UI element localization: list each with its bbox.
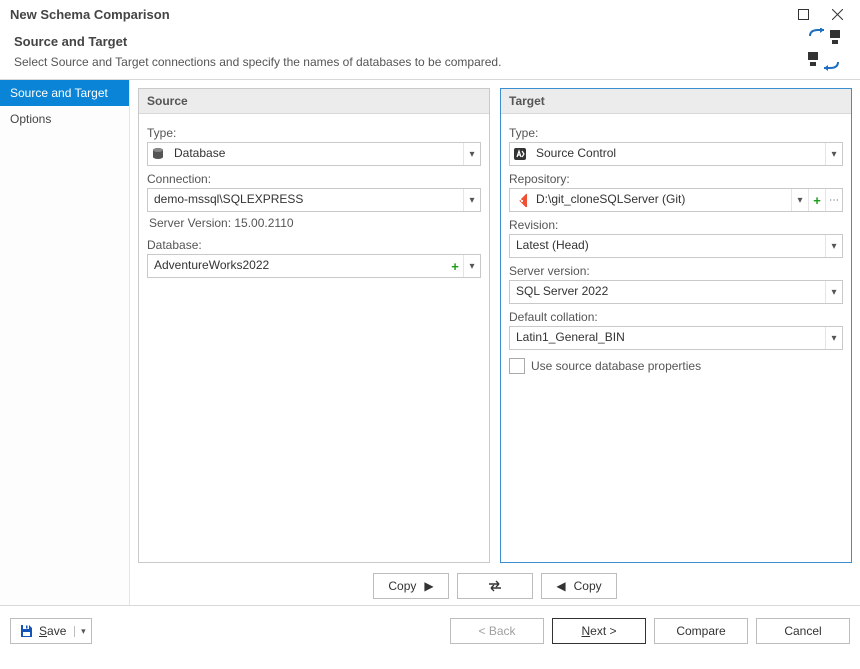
- target-default-collation-value: Latin1_General_BIN: [510, 327, 825, 349]
- plus-icon[interactable]: +: [808, 189, 825, 211]
- target-repository-dropdown[interactable]: D:\git_cloneSQLServer (Git) ▾ + ⋯: [509, 188, 843, 212]
- button-label: Copy: [388, 579, 416, 593]
- swap-button[interactable]: [457, 573, 533, 599]
- cancel-button[interactable]: Cancel: [756, 618, 850, 644]
- chevron-down-icon[interactable]: ▾: [791, 189, 808, 211]
- chevron-down-icon[interactable]: ▾: [825, 143, 842, 165]
- transfer-buttons: Copy ▶ ◀ Copy: [138, 563, 852, 599]
- plus-icon[interactable]: +: [447, 255, 463, 277]
- source-type-value: Database: [168, 143, 463, 165]
- database-icon: [148, 143, 168, 165]
- target-type-value: Source Control: [530, 143, 825, 165]
- button-label: Compare: [676, 624, 725, 638]
- next-button[interactable]: Next >: [552, 618, 646, 644]
- source-panel: Source Type: Database ▾: [138, 88, 490, 563]
- sidebar-item-label: Options: [10, 112, 51, 126]
- target-revision-value: Latest (Head): [510, 235, 825, 257]
- compare-button[interactable]: Compare: [654, 618, 748, 644]
- target-default-collation-label: Default collation:: [509, 310, 843, 324]
- chevron-down-icon[interactable]: ▾: [463, 143, 480, 165]
- target-panel-title: Target: [501, 89, 851, 114]
- button-label: Next >: [581, 624, 616, 638]
- chevron-down-icon[interactable]: ▾: [825, 235, 842, 257]
- use-source-db-properties-checkbox[interactable]: [509, 358, 525, 374]
- page-title: Source and Target: [14, 34, 846, 49]
- source-database-label: Database:: [147, 238, 481, 252]
- chevron-down-icon[interactable]: ▾: [463, 255, 480, 277]
- source-connection-value: demo-mssql\SQLEXPRESS: [148, 189, 463, 211]
- target-repository-value: D:\git_cloneSQLServer (Git): [530, 189, 791, 211]
- copy-to-source-button[interactable]: ◀ Copy: [541, 573, 617, 599]
- source-server-version-text: Server Version: 15.00.2110: [147, 212, 481, 232]
- git-icon: [510, 189, 530, 211]
- page-header: Source and Target Select Source and Targ…: [0, 28, 860, 79]
- source-connection-dropdown[interactable]: demo-mssql\SQLEXPRESS ▾: [147, 188, 481, 212]
- target-default-collation-dropdown[interactable]: Latin1_General_BIN ▾: [509, 326, 843, 350]
- ellipsis-icon[interactable]: ⋯: [825, 189, 842, 211]
- save-split-button[interactable]: Save ▾: [10, 618, 92, 644]
- source-type-dropdown[interactable]: Database ▾: [147, 142, 481, 166]
- use-source-db-properties-label: Use source database properties: [531, 359, 701, 373]
- chevron-down-icon[interactable]: ▾: [825, 281, 842, 303]
- window-maximize-button[interactable]: [786, 3, 820, 25]
- window-title: New Schema Comparison: [10, 7, 170, 22]
- save-button-label: Save: [39, 624, 66, 638]
- button-label: Copy: [574, 579, 602, 593]
- chevron-down-icon[interactable]: ▾: [463, 189, 480, 211]
- target-server-version-value: SQL Server 2022: [510, 281, 825, 303]
- source-connection-label: Connection:: [147, 172, 481, 186]
- source-database-dropdown[interactable]: AdventureWorks2022 + ▾: [147, 254, 481, 278]
- target-server-version-dropdown[interactable]: SQL Server 2022 ▾: [509, 280, 843, 304]
- sidebar-item-options[interactable]: Options: [0, 106, 129, 132]
- sidebar-item-source-and-target[interactable]: Source and Target: [0, 80, 129, 106]
- button-label: Cancel: [784, 624, 821, 638]
- source-panel-title: Source: [139, 89, 489, 114]
- source-database-value: AdventureWorks2022: [148, 255, 447, 277]
- arrow-left-icon: ◀: [556, 579, 565, 593]
- target-server-version-label: Server version:: [509, 264, 843, 278]
- window-close-button[interactable]: [820, 3, 854, 25]
- header-illustration: [802, 28, 846, 72]
- sidebar: Source and Target Options: [0, 80, 130, 605]
- target-revision-dropdown[interactable]: Latest (Head) ▾: [509, 234, 843, 258]
- target-type-dropdown[interactable]: Source Control ▾: [509, 142, 843, 166]
- copy-to-target-button[interactable]: Copy ▶: [373, 573, 449, 599]
- source-control-icon: [510, 143, 530, 165]
- arrow-right-icon: ▶: [424, 579, 433, 593]
- button-label: < Back: [478, 624, 515, 638]
- chevron-down-icon[interactable]: ▾: [74, 626, 91, 637]
- footer: Save ▾ < Back Next > Compare Cancel: [0, 605, 860, 656]
- swap-icon: [487, 580, 503, 592]
- target-panel: Target Type: Source Control ▾: [500, 88, 852, 563]
- save-icon: [19, 624, 33, 638]
- target-type-label: Type:: [509, 126, 843, 140]
- target-repository-label: Repository:: [509, 172, 843, 186]
- sidebar-item-label: Source and Target: [10, 86, 108, 100]
- chevron-down-icon[interactable]: ▾: [825, 327, 842, 349]
- source-type-label: Type:: [147, 126, 481, 140]
- page-subtitle: Select Source and Target connections and…: [14, 55, 846, 69]
- target-revision-label: Revision:: [509, 218, 843, 232]
- title-bar: New Schema Comparison: [0, 0, 860, 28]
- back-button[interactable]: < Back: [450, 618, 544, 644]
